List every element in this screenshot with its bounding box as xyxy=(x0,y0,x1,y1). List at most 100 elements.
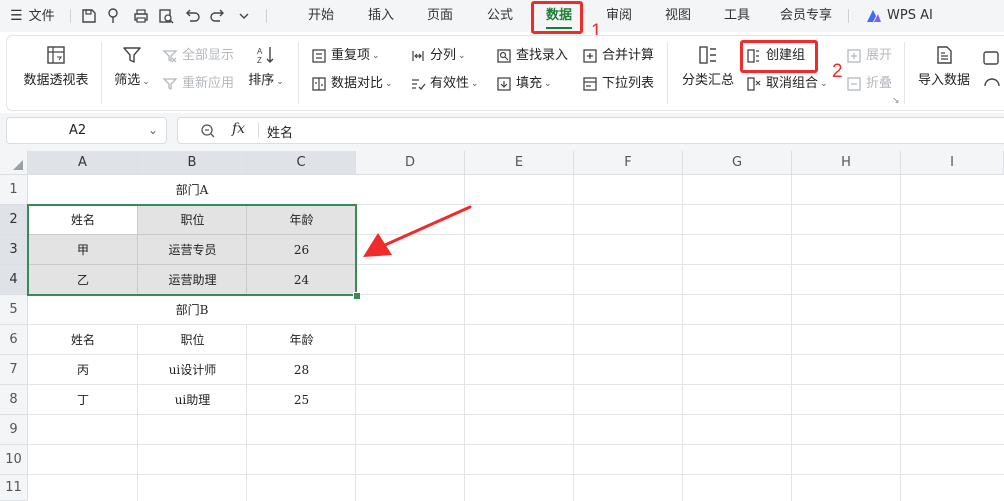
name-box[interactable]: A2 ⌄ xyxy=(6,117,167,144)
tab-insert[interactable]: 插入 xyxy=(368,0,394,32)
redo-icon[interactable] xyxy=(209,7,227,25)
divider xyxy=(266,9,267,23)
duplicates-button[interactable]: 重复项 ⌄ xyxy=(311,46,380,66)
divider xyxy=(70,9,71,23)
sort-button[interactable]: AZ 排序 ⌄ xyxy=(244,44,288,88)
highlight-box-create-group xyxy=(740,40,818,73)
tab-tools[interactable]: 工具 xyxy=(724,0,750,32)
fx-icon[interactable]: fx xyxy=(232,121,245,137)
row-header-2[interactable]: 2 xyxy=(0,205,28,235)
fill-button[interactable]: 填充 ⌄ xyxy=(496,74,552,94)
column-header-d[interactable]: D xyxy=(356,151,465,175)
more-tools-icon[interactable] xyxy=(982,76,1002,96)
save-icon[interactable] xyxy=(80,7,98,25)
formula-input[interactable]: fx 姓名 xyxy=(177,117,1004,144)
chevron-down-icon[interactable] xyxy=(235,7,253,25)
cell-b6[interactable]: 职位 xyxy=(138,325,247,355)
column-header-b[interactable]: B xyxy=(138,151,247,175)
row-header-1[interactable]: 1 xyxy=(0,175,28,205)
svg-text:Z: Z xyxy=(257,56,262,65)
file-menu[interactable]: ☰ 文件 xyxy=(10,0,55,32)
import-data-button[interactable]: 导入数据 xyxy=(914,44,974,88)
row-header-6[interactable]: 6 xyxy=(0,325,28,355)
lookup-entry-button[interactable]: 查找录入 xyxy=(496,46,568,66)
wps-ai-icon xyxy=(867,10,881,22)
row-header-10[interactable]: 10 xyxy=(0,445,28,475)
tab-page[interactable]: 页面 xyxy=(427,0,453,32)
row-header-3[interactable]: 3 xyxy=(0,235,28,265)
ungroup-button[interactable]: 取消组合 ⌄ xyxy=(746,74,828,94)
cell-c6[interactable]: 年龄 xyxy=(247,325,356,355)
name-box-value: A2 xyxy=(69,123,87,138)
chevron-down-icon: ⌄ xyxy=(385,79,393,89)
zoom-icon[interactable] xyxy=(200,123,216,139)
column-header-h[interactable]: H xyxy=(792,151,901,175)
chevron-down-icon: ⌄ xyxy=(458,51,466,61)
pivot-table-button[interactable]: 数据透视表 xyxy=(22,44,90,88)
collapse-icon xyxy=(847,77,861,91)
cell-a6[interactable]: 姓名 xyxy=(28,325,138,355)
cell-b8[interactable]: ui助理 xyxy=(138,385,247,415)
department-a-header: 部门A xyxy=(175,183,209,197)
filter-button[interactable]: 筛选 ⌄ xyxy=(112,44,152,88)
tab-review[interactable]: 审阅 xyxy=(606,0,632,32)
print-preview-icon[interactable] xyxy=(157,7,175,25)
dialog-launcher-icon[interactable]: ↘ xyxy=(892,96,900,106)
row-header-7[interactable]: 7 xyxy=(0,355,28,385)
cell-b7[interactable]: ui设计师 xyxy=(138,355,247,385)
tab-view[interactable]: 视图 xyxy=(665,0,691,32)
column-header-f[interactable]: F xyxy=(574,151,683,175)
row-header-11[interactable]: 11 xyxy=(0,475,28,501)
department-b-header: 部门B xyxy=(175,303,209,317)
pivot-table-icon xyxy=(47,46,65,64)
fill-icon xyxy=(497,77,511,91)
chevron-down-icon: ⌄ xyxy=(820,79,828,89)
show-all-button[interactable]: 全部显示 xyxy=(162,46,234,66)
highlight-box-data-tab xyxy=(531,1,583,34)
expand-button[interactable]: 展开 xyxy=(846,46,892,66)
row-header-9[interactable]: 9 xyxy=(0,415,28,445)
chevron-down-icon: ⌄ xyxy=(544,79,552,89)
svg-text:A: A xyxy=(257,47,263,56)
cell-c7[interactable]: 28 xyxy=(247,355,356,385)
undo-icon[interactable] xyxy=(183,7,201,25)
select-all-icon xyxy=(13,160,23,170)
wps-ai-button[interactable]: WPS AI xyxy=(866,0,933,32)
data-compare-button[interactable]: 数据对比 ⌄ xyxy=(311,74,393,94)
chevron-down-icon[interactable]: ⌄ xyxy=(148,118,158,143)
tab-home[interactable]: 开始 xyxy=(308,0,334,32)
reapply-button[interactable]: 重新应用 xyxy=(162,74,234,94)
column-header-g[interactable]: G xyxy=(683,151,792,175)
column-header-c[interactable]: C xyxy=(247,151,356,175)
dropdown-list-button[interactable]: 下拉列表 xyxy=(582,74,654,94)
tab-member[interactable]: 会员专享 xyxy=(780,0,832,32)
fill-handle[interactable] xyxy=(353,292,361,300)
chevron-down-icon: ⌄ xyxy=(276,77,284,87)
subtotal-button[interactable]: 分类汇总 xyxy=(678,44,738,88)
validity-icon xyxy=(412,79,426,90)
more-tools-icon[interactable] xyxy=(982,48,1002,68)
data-compare-icon xyxy=(312,77,326,91)
cell-a7[interactable]: 丙 xyxy=(28,355,138,385)
collapse-button[interactable]: 折叠 xyxy=(846,74,892,94)
menu-icon: ☰ xyxy=(10,8,23,24)
column-header-a[interactable]: A xyxy=(28,151,138,175)
consolidate-button[interactable]: 合并计算 xyxy=(582,46,654,66)
divider xyxy=(904,42,905,104)
annotation-arrow-icon xyxy=(363,205,472,257)
row-header-4[interactable]: 4 xyxy=(0,265,28,295)
column-header-i[interactable]: I xyxy=(901,151,1004,175)
select-all-corner[interactable] xyxy=(0,151,28,175)
cell-a8[interactable]: 丁 xyxy=(28,385,138,415)
cell-c8[interactable]: 25 xyxy=(247,385,356,415)
tab-formula[interactable]: 公式 xyxy=(487,0,513,32)
divider xyxy=(298,42,299,104)
duplicates-icon xyxy=(312,49,326,63)
row-header-8[interactable]: 8 xyxy=(0,385,28,415)
validity-button[interactable]: 有效性 ⌄ xyxy=(410,74,479,94)
row-header-5[interactable]: 5 xyxy=(0,295,28,325)
split-column-button[interactable]: 分列 ⌄ xyxy=(410,46,466,66)
format-painter-icon[interactable] xyxy=(106,7,124,25)
print-icon[interactable] xyxy=(132,7,150,25)
column-header-e[interactable]: E xyxy=(465,151,574,175)
